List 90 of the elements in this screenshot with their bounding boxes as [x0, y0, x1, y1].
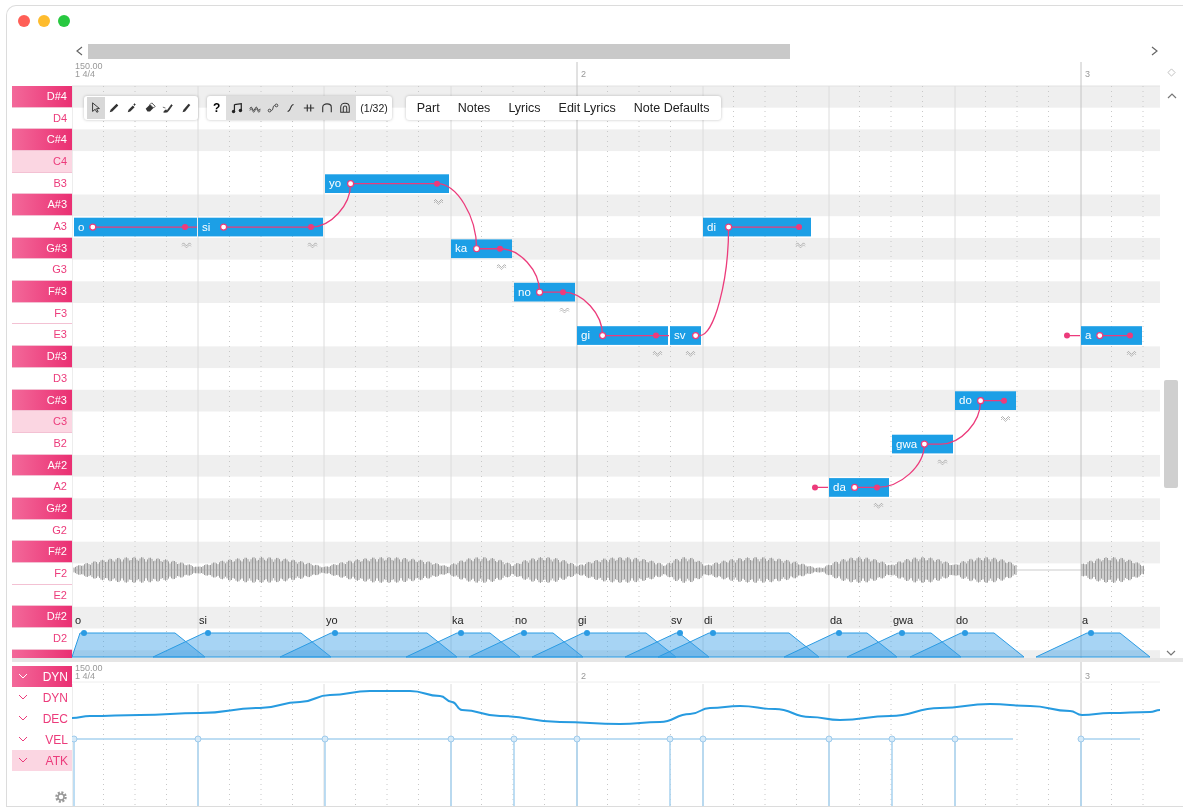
- scrollbar-thumb[interactable]: [88, 43, 790, 59]
- vibrato-icon: [652, 350, 663, 357]
- piano-key[interactable]: C#3: [12, 389, 72, 412]
- lyric-label: do: [956, 613, 969, 626]
- piano-key[interactable]: C4: [12, 150, 72, 173]
- scrollbar-thumb[interactable]: [1164, 379, 1178, 488]
- lyric-label: di: [704, 613, 713, 626]
- vibrato-icon: [1126, 350, 1137, 357]
- pitch-curve[interactable]: [89, 179, 1133, 491]
- pen-icon: [180, 101, 192, 114]
- sparkle-pencil-icon: [126, 101, 138, 114]
- piano-key[interactable]: A#3: [12, 194, 72, 216]
- piano-key[interactable]: G#2: [12, 497, 72, 520]
- brush-icon: [162, 101, 174, 114]
- vibrato-icon: [873, 502, 884, 509]
- lyric-label: da: [830, 613, 843, 626]
- menu-item[interactable]: Edit Lyrics: [549, 96, 625, 119]
- parameter-track[interactable]: ATK: [12, 750, 72, 772]
- chevron-down-icon: [18, 715, 28, 723]
- bar-number: 3: [1085, 671, 1090, 682]
- chevron-down-icon: [18, 673, 28, 681]
- vibrato-icon: [685, 350, 696, 357]
- settings-icon[interactable]: [54, 790, 68, 805]
- chevron-down-icon: [18, 757, 28, 765]
- piano-key[interactable]: C#4: [12, 129, 72, 151]
- chevron-down-icon: [18, 694, 28, 702]
- note-block[interactable]: di: [703, 217, 811, 237]
- note-block[interactable]: a: [1081, 326, 1142, 345]
- note-block[interactable]: ka: [451, 239, 512, 258]
- piano-key[interactable]: D#2: [12, 606, 72, 629]
- notes-icon: [231, 101, 244, 114]
- bar-number: 2: [581, 68, 586, 79]
- zoom-button[interactable]: [58, 15, 70, 28]
- arc-icon: [321, 101, 334, 114]
- note-block[interactable]: gwa: [892, 434, 953, 454]
- note-block[interactable]: si: [198, 217, 323, 237]
- lyric-label: si: [199, 613, 207, 626]
- parameter-curve[interactable]: [72, 690, 1160, 726]
- piano-key[interactable]: D#3: [12, 346, 72, 368]
- note-block[interactable]: sv: [670, 326, 701, 345]
- piano-key[interactable]: F#3: [12, 281, 72, 303]
- menu-item[interactable]: Note Defaults: [624, 96, 719, 119]
- vibrato-icon: [496, 264, 507, 270]
- piano-key[interactable]: A#2: [12, 454, 72, 477]
- lyric-label: yo: [326, 613, 338, 626]
- lyric-label: a: [1082, 613, 1089, 626]
- note-block[interactable]: do: [955, 391, 1016, 410]
- envelope-shape[interactable]: [1035, 629, 1151, 658]
- minimize-button[interactable]: [38, 15, 50, 28]
- vibrato-icon: [307, 242, 318, 249]
- vibrato-icon: [795, 242, 806, 249]
- tool-button[interactable]: [87, 96, 105, 119]
- lyric-label: no: [515, 613, 528, 626]
- lyric-label: gi: [578, 613, 587, 626]
- envelope-shape[interactable]: [909, 629, 1025, 658]
- quantize-button[interactable]: (1/32): [356, 96, 392, 119]
- tempo-label: 150.00: [75, 663, 103, 674]
- lyric-label: sv: [671, 613, 682, 626]
- piano-key[interactable]: G#3: [12, 237, 72, 260]
- menu-item[interactable]: Notes: [448, 96, 500, 119]
- diamond-icon: [1167, 67, 1176, 77]
- piano-key[interactable]: C3: [12, 411, 72, 433]
- eraser-icon: [144, 101, 156, 114]
- piano-key[interactable]: F#2: [12, 541, 72, 563]
- cursor-icon: [90, 101, 102, 114]
- note-block[interactable]: yo: [325, 174, 449, 193]
- menu-item[interactable]: Lyrics: [499, 96, 550, 119]
- vibrato-icon: [433, 199, 444, 205]
- dots-curve-icon: [267, 101, 280, 114]
- parameter-track[interactable]: DYN: [12, 666, 72, 688]
- close-button[interactable]: [18, 15, 30, 28]
- menu-item[interactable]: Part: [407, 96, 449, 119]
- bar-number: 2: [581, 671, 586, 682]
- pencil-icon: [108, 101, 120, 114]
- lyric-label: ka: [452, 613, 464, 626]
- vibrato-icon: [181, 242, 192, 249]
- bar-number: 3: [1085, 68, 1090, 79]
- arch-icon: [339, 101, 352, 114]
- time-signature-label: 1 4/4: [75, 671, 96, 682]
- help-button[interactable]: ?: [207, 96, 227, 119]
- chevron-down-icon: [18, 736, 28, 744]
- note-block[interactable]: gi: [577, 326, 668, 345]
- lyric-label: o: [75, 613, 82, 626]
- tempo-label: 150.00: [75, 61, 103, 71]
- vibrato-icon: [559, 307, 570, 314]
- vibrato-icon: [1000, 416, 1011, 422]
- lyric-label: gwa: [893, 613, 914, 626]
- vibrato-icon: [937, 459, 948, 466]
- time-signature-label: 1 4/4: [75, 68, 96, 79]
- piano-key[interactable]: D#4: [12, 85, 72, 108]
